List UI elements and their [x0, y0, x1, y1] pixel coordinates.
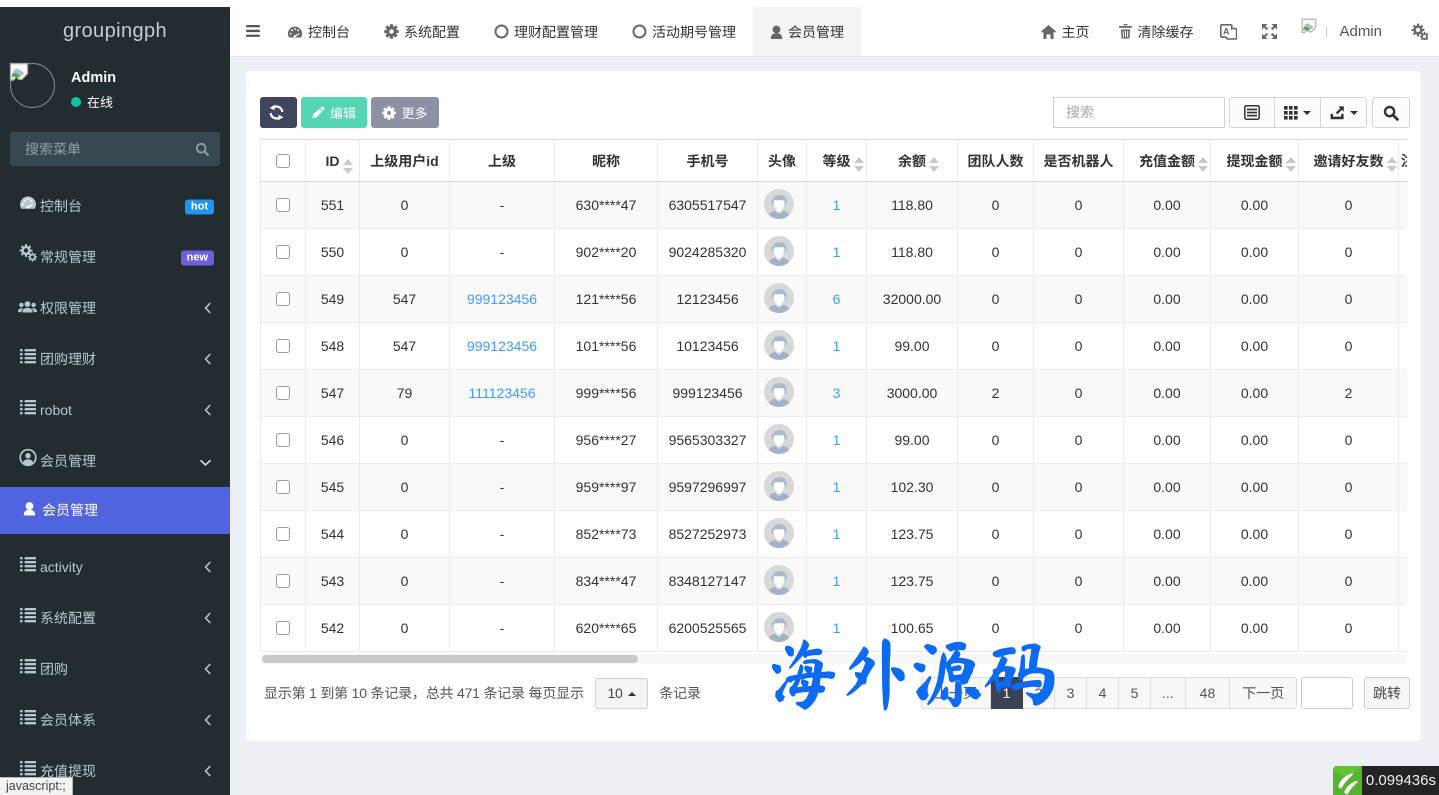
svg-text:A: A [1223, 26, 1230, 36]
